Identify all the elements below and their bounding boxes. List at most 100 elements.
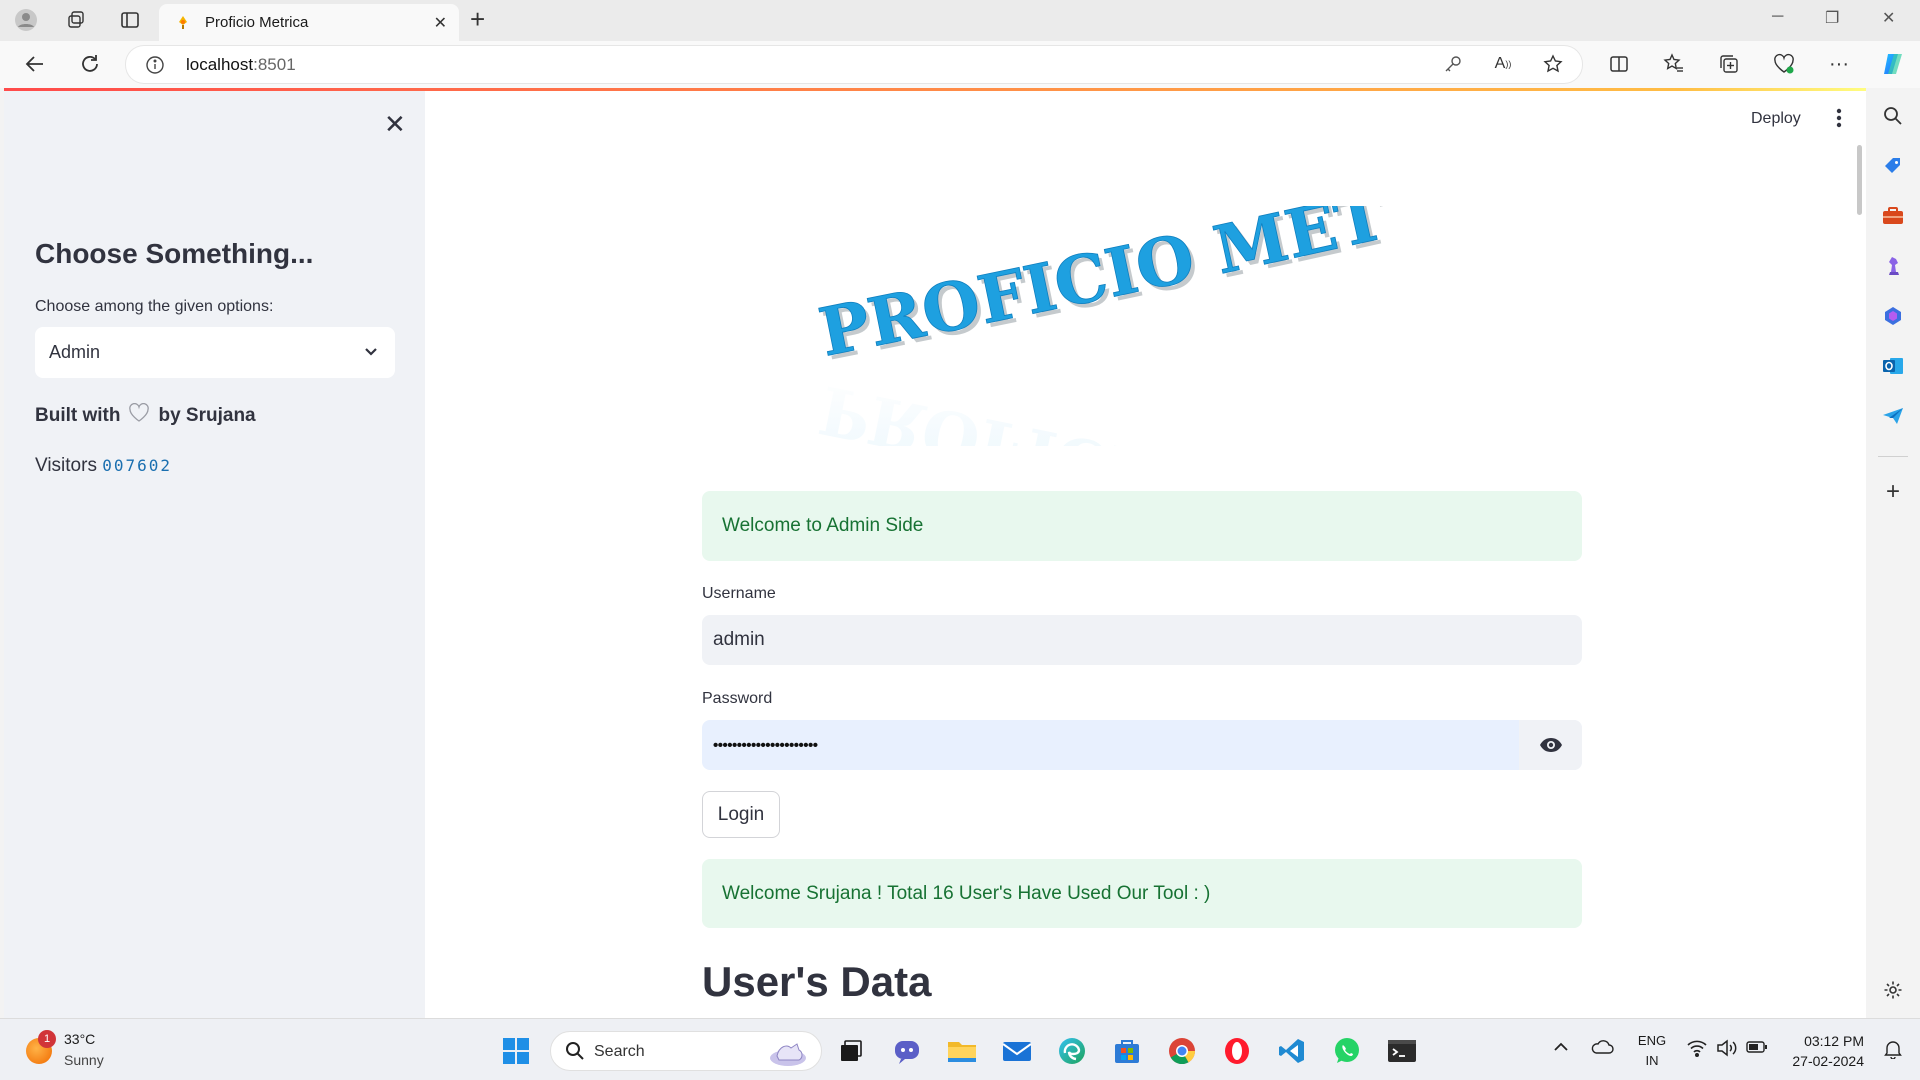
password-input[interactable]: •••••••••••••••••••••• — [702, 720, 1582, 770]
sidebar-divider — [1878, 456, 1908, 457]
settings-more-icon[interactable]: ··· — [1826, 51, 1852, 77]
role-select[interactable]: Admin — [35, 327, 395, 378]
teams-chat-icon[interactable] — [890, 1034, 924, 1068]
tools-briefcase-icon[interactable] — [1881, 204, 1905, 228]
chevron-down-icon — [363, 343, 379, 364]
edge-browser-icon[interactable] — [1055, 1034, 1089, 1068]
onedrive-cloud-icon[interactable] — [1590, 1039, 1614, 1058]
add-plus-icon[interactable]: + — [1881, 478, 1905, 505]
opera-icon[interactable] — [1220, 1034, 1254, 1068]
search-icon — [565, 1041, 585, 1066]
wifi-icon[interactable] — [1686, 1039, 1708, 1060]
profile-icon[interactable] — [14, 8, 38, 32]
windows-start-icon[interactable] — [499, 1034, 533, 1068]
search-highlight-icon — [763, 1036, 813, 1073]
gear-icon[interactable] — [1881, 978, 1905, 1002]
notifications-bell-icon[interactable] — [1883, 1039, 1903, 1062]
role-select-value: Admin — [49, 342, 101, 362]
page-viewport: ✕ Choose Something... Choose among the g… — [4, 88, 1866, 1018]
chrome-icon[interactable] — [1165, 1034, 1199, 1068]
shopping-tag-icon[interactable] — [1881, 154, 1905, 178]
mail-icon[interactable] — [1000, 1034, 1034, 1068]
author-text: by Srujana — [158, 405, 256, 426]
visitors-count: 007602 — [102, 456, 173, 475]
clock-date: 27-02-2024 — [1792, 1053, 1864, 1069]
read-aloud-icon[interactable]: A)) — [1490, 51, 1516, 77]
browser-essentials-icon[interactable] — [1771, 51, 1797, 77]
select-label: Choose among the given options: — [35, 298, 274, 315]
login-button-wrap: Login — [702, 791, 780, 838]
outlook-icon[interactable] — [1881, 354, 1905, 378]
deploy-button[interactable]: Deploy — [1751, 110, 1801, 128]
close-sidebar-icon[interactable]: ✕ — [384, 109, 406, 140]
battery-icon[interactable] — [1746, 1040, 1768, 1057]
built-with-credit: Built with by Srujana — [35, 402, 256, 429]
send-drop-icon[interactable] — [1881, 404, 1905, 428]
terminal-icon[interactable] — [1385, 1034, 1419, 1068]
new-tab-button[interactable]: + — [470, 6, 485, 32]
region-code: IN — [1645, 1053, 1659, 1068]
language-code: ENG — [1637, 1033, 1667, 1048]
microsoft-365-icon[interactable] — [1881, 304, 1905, 328]
password-value: •••••••••••••••••••••• — [713, 736, 818, 754]
proficio-metrica-logo: PROFICIO METRICA PROFICIO METRICA PROFIC… — [767, 144, 1555, 598]
input-language-indicator[interactable]: ENG IN — [1634, 1031, 1670, 1071]
visitors-label: Visitors — [35, 455, 97, 476]
browser-tab-bar: Proficio Metrica ✕ + ─ ❐ ✕ — [0, 0, 1920, 41]
whatsapp-icon[interactable] — [1330, 1034, 1364, 1068]
search-placeholder: Search — [594, 1043, 645, 1060]
tab-close-icon[interactable]: ✕ — [434, 13, 447, 33]
username-input[interactable]: admin — [702, 615, 1582, 665]
back-icon[interactable] — [22, 51, 48, 77]
password-label: Password — [702, 690, 773, 707]
copilot-icon[interactable] — [1880, 51, 1906, 77]
collections-icon[interactable] — [1716, 51, 1742, 77]
main-menu-kebab-icon[interactable] — [1836, 108, 1842, 133]
main-content: Deploy PROFICIO METRICA P — [425, 91, 1866, 1018]
sidebar-heading: Choose Something... — [35, 238, 314, 269]
vertical-tabs-icon[interactable] — [118, 8, 142, 32]
split-screen-icon[interactable] — [1606, 51, 1632, 77]
minimize-button[interactable]: ─ — [1772, 8, 1783, 26]
users-data-heading: User's Data — [702, 958, 932, 1005]
volume-icon[interactable] — [1716, 1039, 1738, 1060]
restore-button[interactable]: ❐ — [1825, 8, 1839, 28]
password-key-icon[interactable] — [1440, 51, 1466, 77]
games-chess-icon[interactable] — [1881, 254, 1905, 278]
user-count-alert: Welcome Srujana ! Total 16 User's Have U… — [702, 859, 1582, 928]
weather-temperature: 33°C — [64, 1031, 96, 1047]
file-explorer-icon[interactable] — [945, 1034, 979, 1068]
svg-text:PROFICIO METRICA: PROFICIO METRICA — [795, 370, 1392, 446]
windows-taskbar: 1 33°C Sunny Search ENG IN 03:12 PM 27-0… — [0, 1018, 1920, 1080]
visitor-counter: Visitors 007602 — [35, 455, 172, 477]
page-scrollbar[interactable] — [1857, 145, 1862, 215]
username-label: Username — [702, 585, 776, 602]
favorites-icon[interactable] — [1661, 51, 1687, 77]
show-hidden-icons-chevron-icon[interactable] — [1553, 1041, 1569, 1056]
heart-icon — [128, 402, 150, 429]
weather-notification-badge: 1 — [38, 1030, 56, 1048]
show-password-eye-icon[interactable] — [1519, 720, 1582, 770]
weather-description: Sunny — [64, 1052, 104, 1068]
search-icon[interactable] — [1881, 104, 1905, 128]
close-window-button[interactable]: ✕ — [1882, 8, 1895, 28]
url-text[interactable]: localhost:8501 — [186, 55, 296, 75]
system-clock[interactable]: 03:12 PM 27-02-2024 — [1782, 1031, 1864, 1071]
task-view-icon[interactable] — [834, 1034, 868, 1068]
built-with-text: Built with — [35, 405, 121, 426]
address-bar[interactable]: localhost:8501 A)) — [126, 46, 1582, 83]
login-button[interactable]: Login — [702, 791, 780, 838]
taskbar-search-box[interactable]: Search — [550, 1031, 822, 1071]
microsoft-store-icon[interactable] — [1110, 1034, 1144, 1068]
clock-time: 03:12 PM — [1804, 1033, 1864, 1049]
favorite-star-icon[interactable] — [1540, 51, 1566, 77]
refresh-icon[interactable] — [77, 51, 103, 77]
vscode-icon[interactable] — [1275, 1034, 1309, 1068]
edge-sidebar: + — [1866, 88, 1920, 1018]
svg-text:PROFICIO METRICA: PROFICIO METRICA — [795, 206, 1392, 372]
site-info-icon[interactable] — [146, 56, 164, 79]
workspaces-icon[interactable] — [64, 8, 88, 32]
active-tab[interactable]: Proficio Metrica ✕ — [159, 4, 459, 41]
streamlit-favicon-icon — [175, 15, 191, 36]
tab-title: Proficio Metrica — [205, 14, 309, 31]
